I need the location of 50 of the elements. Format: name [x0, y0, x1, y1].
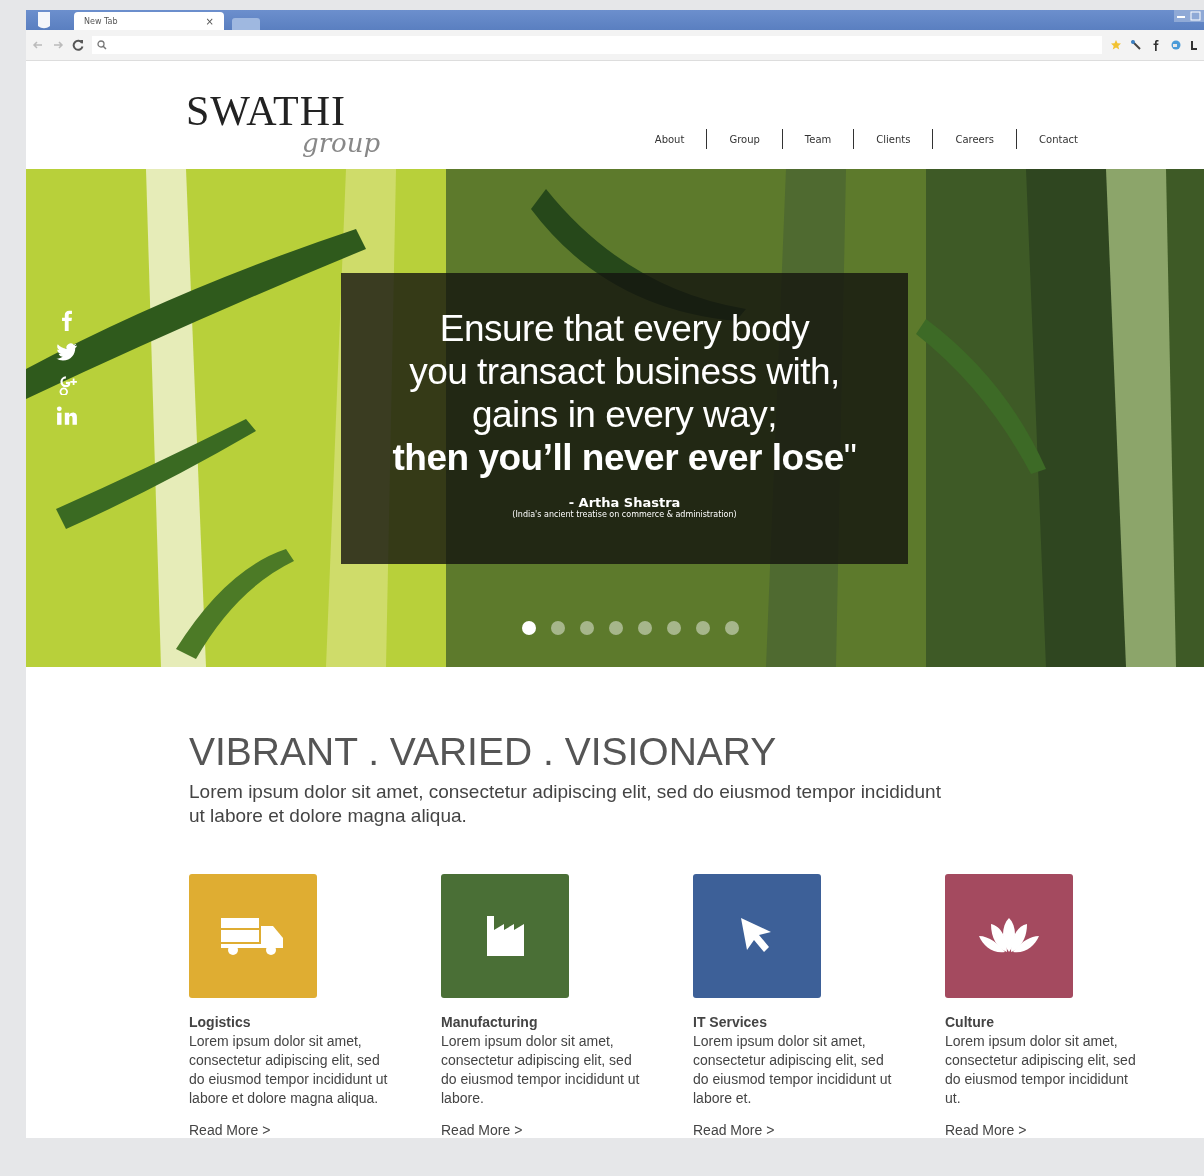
read-more-link[interactable]: Read More >: [693, 1121, 775, 1138]
service-description: Lorem ipsum dolor sit amet, consectetur adipiscing elit, sed do eiusmod tempor incididunt ut labore et dolore magna aliqua.: [189, 1031, 389, 1108]
service-title: Manufacturing: [441, 1013, 538, 1030]
read-more-link[interactable]: Read More >: [441, 1121, 523, 1138]
slide-dot[interactable]: [667, 621, 681, 635]
slide-dot[interactable]: [638, 621, 652, 635]
star-icon[interactable]: [1110, 39, 1122, 51]
forward-icon[interactable]: [52, 39, 64, 51]
intro-text: Lorem ipsum dolor sit amet, consectetur adipiscing elit, sed do eiusmod tempor incididunt ut labore et dolore magna aliqua.: [189, 779, 942, 828]
service-title: Culture: [945, 1013, 994, 1030]
read-more-link[interactable]: Read More >: [945, 1121, 1027, 1138]
back-icon[interactable]: [32, 39, 44, 51]
service-tile[interactable]: [693, 873, 821, 998]
slide-dot[interactable]: [551, 621, 565, 635]
section-heading: VIBRANT . VARIED . VISIONARY: [189, 731, 778, 774]
service-tile[interactable]: [189, 873, 317, 998]
search-icon: [96, 39, 108, 51]
nav-link[interactable]: About: [654, 133, 685, 145]
wrench-icon[interactable]: [1130, 39, 1142, 51]
window-controls-icon[interactable]: [1174, 10, 1204, 22]
browser-tab[interactable]: New Tab ×: [74, 12, 224, 30]
quote-author: - Artha Shastra: [568, 495, 681, 510]
logo-wordmark[interactable]: SWATHI: [186, 89, 381, 132]
extension-icon[interactable]: [1190, 39, 1198, 51]
twitter-icon[interactable]: [56, 341, 78, 363]
service-description: Lorem ipsum dolor sit amet, consectetur adipiscing elit, sed do eiusmod tempor incididunt ut.: [945, 1031, 1137, 1108]
service-description: Lorem ipsum dolor sit amet, consectetur adipiscing elit, sed do eiusmod tempor incididunt ut labore et.: [693, 1031, 893, 1108]
nav-link[interactable]: Careers: [955, 133, 995, 145]
slide-dot[interactable]: [696, 621, 710, 635]
quote-text: Ensure that every body you transact business with, gains in every way; then you’ll never ever lose": [392, 307, 857, 479]
truck-icon: [221, 915, 285, 956]
globe-icon[interactable]: [1170, 39, 1182, 51]
linkedin-icon[interactable]: [56, 405, 78, 427]
read-more-link[interactable]: Read More >: [189, 1121, 271, 1138]
service-tile[interactable]: [945, 873, 1073, 998]
service-title: Logistics: [189, 1013, 251, 1030]
logo-tagline: group: [302, 131, 381, 155]
slide-dot[interactable]: [725, 621, 739, 635]
nav-link[interactable]: Group: [729, 133, 760, 145]
close-tab-button[interactable]: ×: [205, 15, 214, 27]
nav-link[interactable]: Contact: [1039, 133, 1078, 145]
quote-source: (India's ancient treatise on commerce & administration): [512, 510, 737, 519]
reload-icon[interactable]: [72, 39, 84, 51]
service-description: Lorem ipsum dolor sit amet, consectetur adipiscing elit, sed do eiusmod tempor incididunt ut labore.: [441, 1031, 641, 1108]
service-title: IT Services: [693, 1013, 767, 1030]
slide-dot[interactable]: [609, 621, 623, 635]
nav-link[interactable]: Clients: [876, 133, 911, 145]
service-tile[interactable]: [441, 873, 569, 998]
slide-dot[interactable]: [580, 621, 594, 635]
nav-link[interactable]: Team: [804, 133, 832, 145]
